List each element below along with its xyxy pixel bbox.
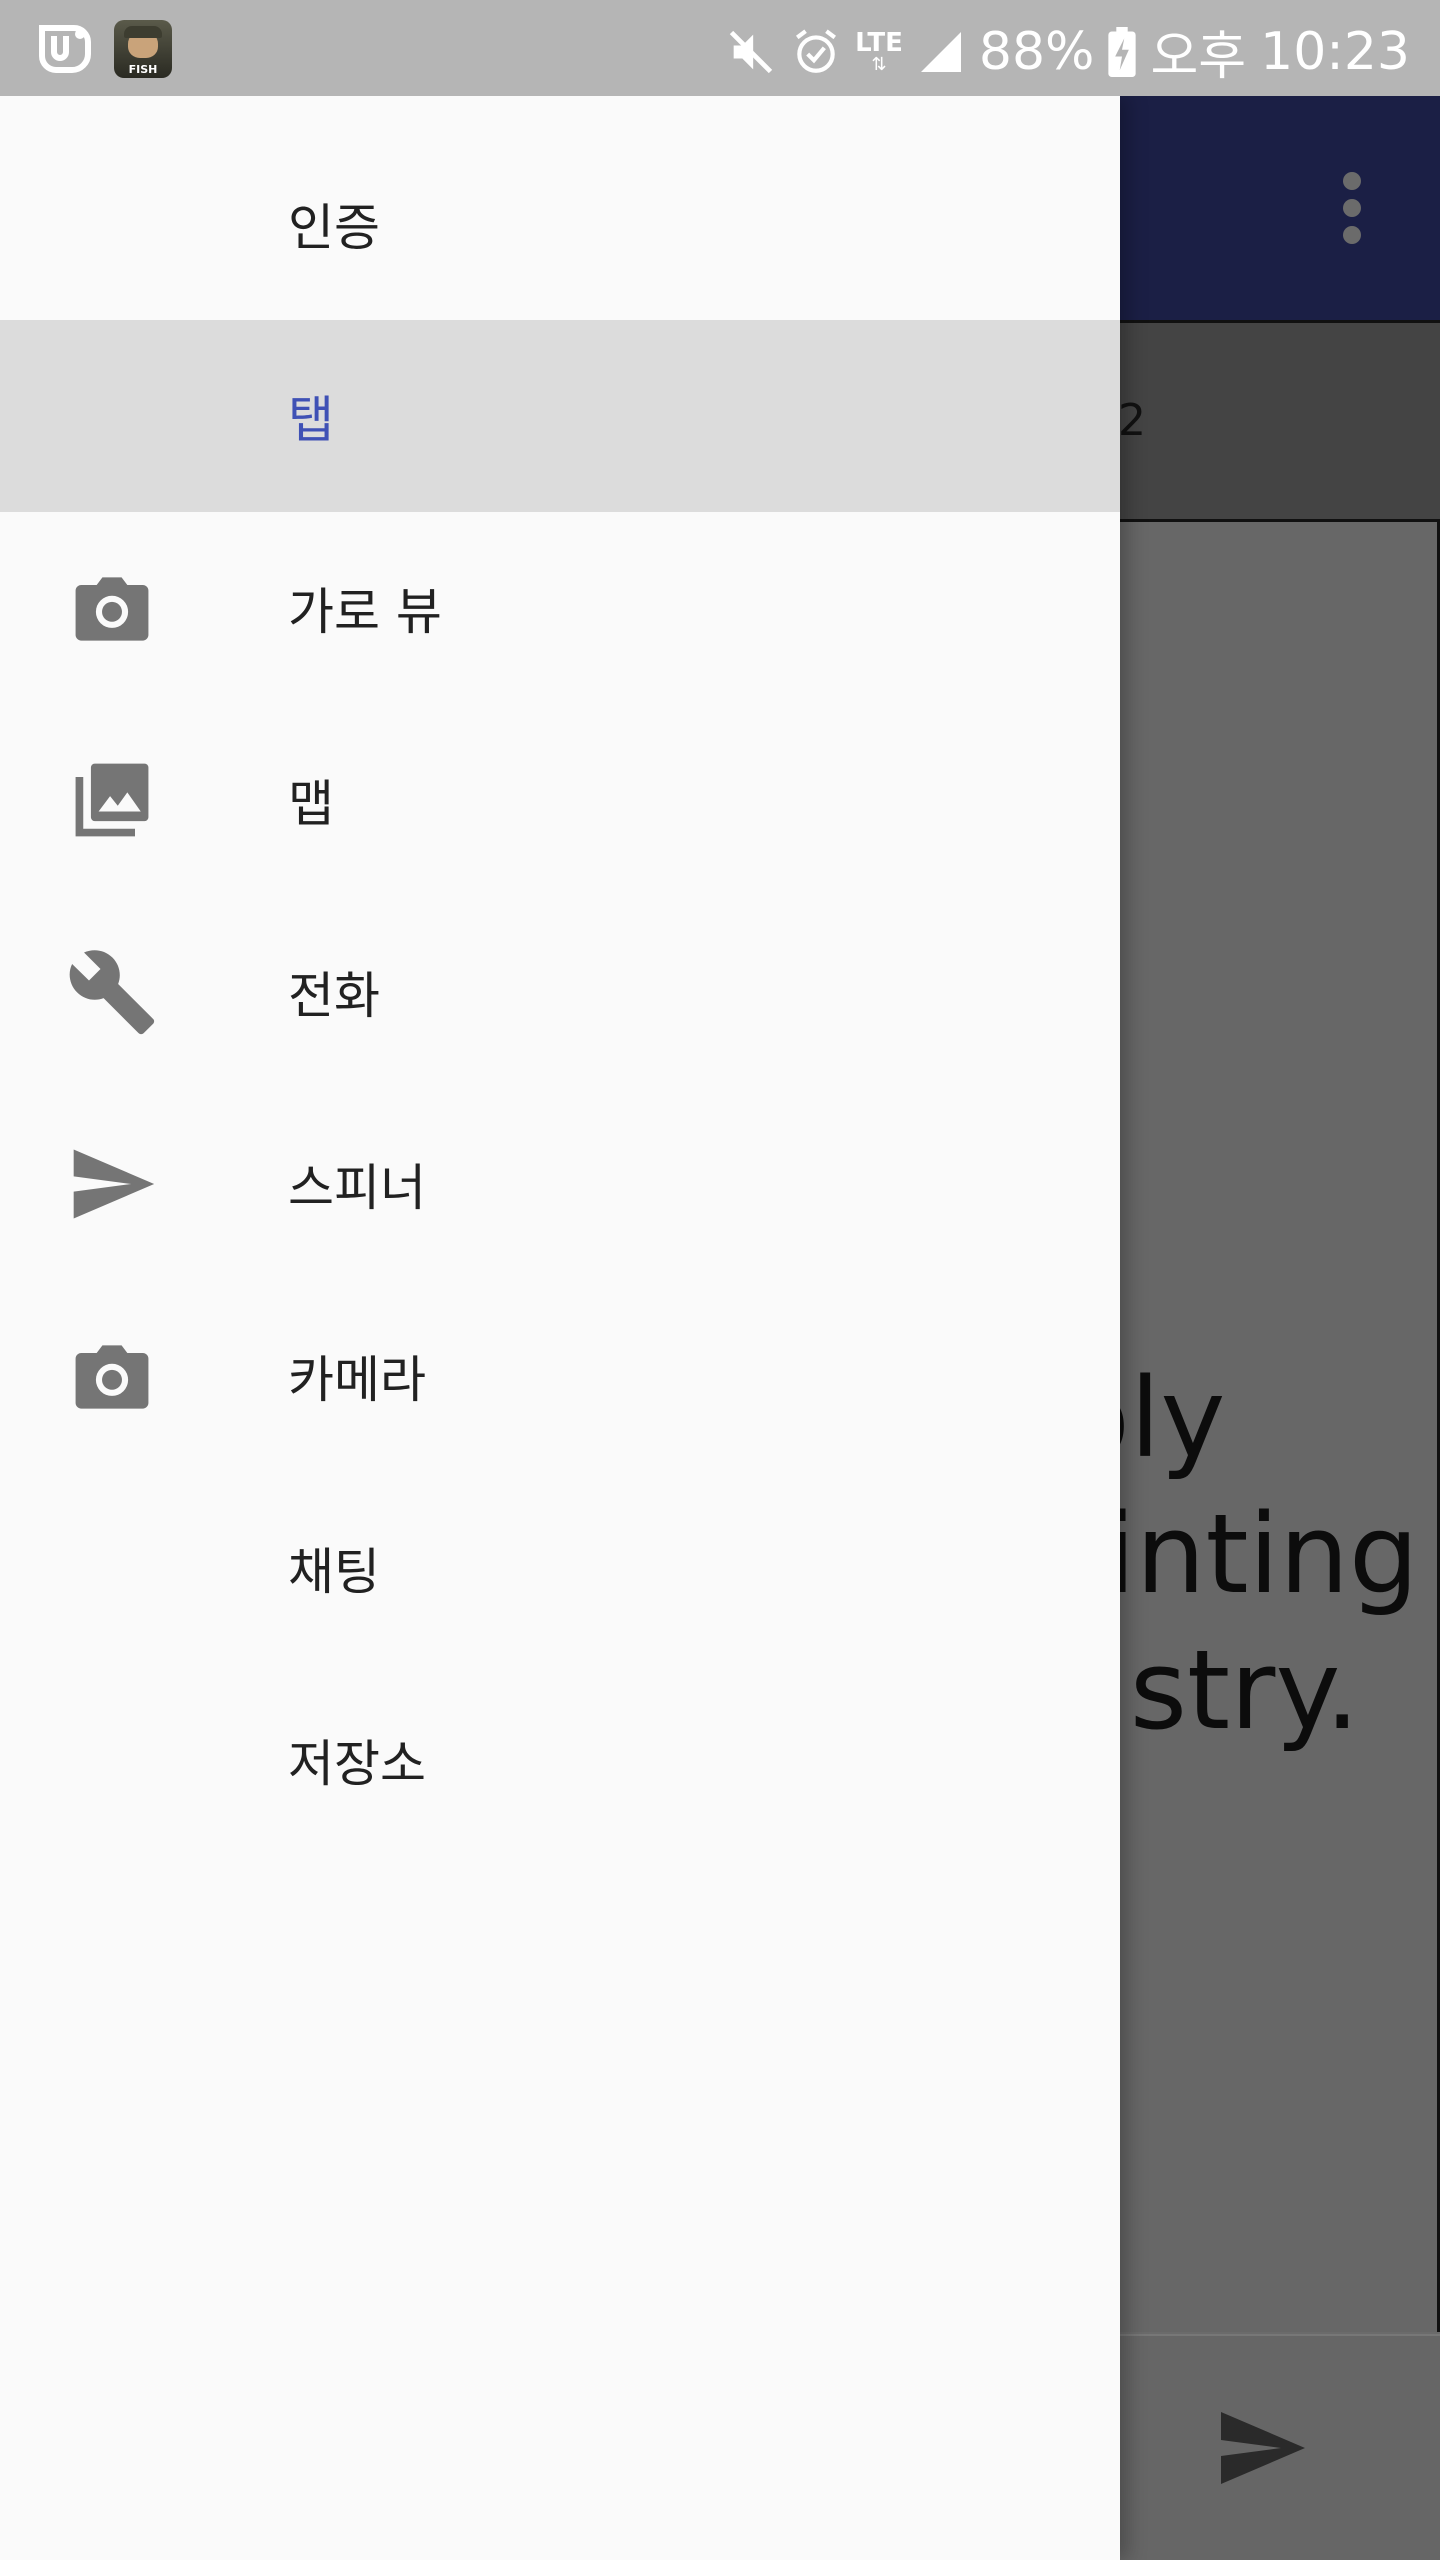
camera-icon (75, 577, 149, 641)
fish-game-app-icon: FISH (114, 20, 172, 78)
nav-item-label: 카메라 (288, 1351, 426, 1409)
more-vert-icon[interactable] (1323, 166, 1381, 250)
nav-item-label: 전화 (288, 967, 380, 1025)
wrench-icon (69, 950, 155, 1035)
battery-charging-icon (1108, 26, 1137, 77)
nav-item-tabs[interactable]: 탭 (0, 320, 1120, 512)
nav-item-label: 탭 (288, 391, 334, 449)
battery-percent: 88% (978, 21, 1095, 82)
nav-item-label: 맵 (288, 775, 334, 833)
nav-item-map[interactable]: 맵 (0, 704, 1120, 896)
nav-item-label: 채팅 (288, 1543, 380, 1601)
nav-item-label: 저장소 (288, 1735, 426, 1793)
nav-item-spinner[interactable]: 스피너 (0, 1088, 1120, 1280)
signal-icon (920, 31, 961, 72)
nav-item-chat[interactable]: 채팅 (0, 1472, 1120, 1664)
time-ampm: 오후 (1150, 27, 1247, 87)
status-bar: FISH LTE ⇅ 88% 오후 10:23 (0, 0, 1440, 96)
navigation-drawer: 인증 탭 가로 뷰 맵 전화 스피너 카메라 채팅 저장소 (0, 96, 1120, 2560)
nav-item-label: 인증 (288, 199, 380, 257)
photo-library-icon (75, 763, 149, 837)
send-icon[interactable] (1206, 2400, 1316, 2496)
nav-item-storage[interactable]: 저장소 (0, 1664, 1120, 1856)
nav-item-label: 스피너 (288, 1159, 426, 1217)
lte-icon: LTE ⇅ (855, 27, 903, 75)
send-icon (73, 1149, 155, 1219)
nav-item-camera[interactable]: 카메라 (0, 1280, 1120, 1472)
alarm-icon (796, 29, 837, 73)
nav-item-auth[interactable]: 인증 (0, 128, 1120, 320)
mute-icon (729, 30, 773, 73)
nav-item-label: 가로 뷰 (288, 583, 442, 641)
clock: 10:23 (1260, 21, 1410, 82)
nav-item-landscape-view[interactable]: 가로 뷰 (0, 512, 1120, 704)
camera-icon (75, 1345, 149, 1409)
u-plus-app-icon (39, 25, 91, 73)
nav-item-phone[interactable]: 전화 (0, 896, 1120, 1088)
tab-2[interactable]: 2 (1118, 395, 1146, 446)
network-type: LTE (855, 27, 903, 58)
